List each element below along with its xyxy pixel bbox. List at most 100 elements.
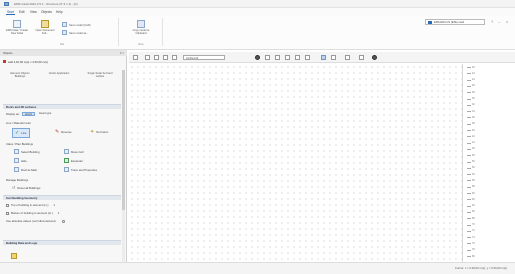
- display-exact-option[interactable]: Exact type: [37, 112, 53, 116]
- hide-tool[interactable]: Hide: [14, 158, 27, 163]
- move-cell-tool[interactable]: Move Cell: [64, 149, 83, 154]
- wall-color-icon: [3, 60, 6, 63]
- grid-icon[interactable]: [145, 55, 150, 60]
- close-icon[interactable]: ×: [506, 19, 508, 24]
- section-roofs[interactable]: Roofs and 3D surfaces: [3, 104, 121, 109]
- no-button-tool[interactable]: ✦ No button: [90, 129, 108, 135]
- save-model-button[interactable]: Save model (CAD): [62, 22, 91, 28]
- building-data-icon[interactable]: [11, 253, 17, 259]
- ruler-label: 68: [472, 216, 475, 220]
- menu-start[interactable]: Start: [6, 9, 15, 15]
- layer-select[interactable]: Verified All: [183, 55, 225, 60]
- tab-element-objects[interactable]: Element Objects Buildings: [5, 72, 35, 78]
- ruler-label: 60: [472, 191, 475, 195]
- display-height-option[interactable]: Height: [21, 112, 36, 116]
- section-sort[interactable]: Sort Building Geometry: [3, 195, 121, 200]
- panel-close-icon[interactable]: ▾ ×: [120, 50, 124, 56]
- ruler-tick: [467, 174, 471, 175]
- save-as-button[interactable]: Save model as...: [62, 30, 88, 36]
- absolute-values-radio[interactable]: [61, 219, 65, 223]
- trace-properties-tool[interactable]: Trace and Properties: [64, 167, 97, 172]
- select-mode-icon[interactable]: [321, 55, 326, 60]
- ribbon-separator: [162, 18, 163, 46]
- check-line-icon: ✓: [15, 130, 20, 136]
- ruler-tick: [467, 199, 471, 200]
- ruler-label: 24: [472, 78, 475, 82]
- panel-title: Objects: [3, 51, 13, 55]
- menu-objects[interactable]: Objects: [40, 9, 53, 15]
- select-building-tool[interactable]: Select Building: [14, 149, 40, 154]
- object-selector[interactable]: wall 2,40,00 m(s) x 4.00,00 m(s): [3, 59, 123, 64]
- reset-icon: ↺: [12, 185, 16, 190]
- ruler-label: 34: [472, 109, 475, 113]
- line-tool[interactable]: ✓ Line: [12, 128, 30, 138]
- pointer-icon[interactable]: [133, 55, 138, 60]
- new-file-icon: [13, 20, 21, 28]
- copy-clipboard-button[interactable]: Copy model to Clipboard: [128, 20, 154, 35]
- export-icon[interactable]: [345, 55, 350, 60]
- ruler-label: 74: [472, 235, 475, 239]
- ruler-label: 66: [472, 210, 475, 214]
- ruler-label: 32: [472, 103, 475, 107]
- ruler-tick: [467, 111, 471, 112]
- ruler-label: 26: [472, 84, 475, 88]
- layers-icon[interactable]: [265, 55, 270, 60]
- measure-icon[interactable]: [275, 55, 280, 60]
- ruler-label: 72: [472, 229, 475, 233]
- tab-single-scale[interactable]: Single Scale Surf and surface: [83, 72, 117, 78]
- open-document-button[interactable]: Open Document Full...: [34, 20, 56, 35]
- absolute-values-row[interactable]: Use absolute values (not follow derived): [6, 219, 65, 223]
- menu-help[interactable]: Help: [55, 9, 64, 15]
- help-icon[interactable]: ?: [491, 19, 493, 24]
- ruler-tick: [467, 205, 471, 207]
- ruler-label: 38: [472, 122, 475, 126]
- ruler-tick: [467, 148, 471, 150]
- top-of-building-checkbox[interactable]: [6, 203, 9, 207]
- move-cell-icon: [64, 149, 69, 154]
- bottom-of-building-checkbox[interactable]: [6, 211, 9, 215]
- ruler-label: 62: [472, 197, 475, 201]
- canvas-toolbar: Verified All: [129, 52, 515, 63]
- menu-edit[interactable]: Edit: [18, 9, 26, 15]
- zoom-out-icon[interactable]: [163, 55, 168, 60]
- top-of-building-row[interactable]: Top of building in element (Lt.) 1: [6, 203, 55, 207]
- print-icon[interactable]: [331, 55, 336, 60]
- tab-vector-application[interactable]: Vector Application: [44, 72, 74, 78]
- menu-view[interactable]: View: [29, 9, 38, 15]
- new-initial-button[interactable]: EMS Data / Create New Initial: [6, 20, 28, 35]
- rotate-icon[interactable]: [295, 55, 300, 60]
- delete-icon[interactable]: [305, 55, 310, 60]
- reverse-tool[interactable]: ✎ Reverse: [55, 129, 72, 135]
- ruler-label: 78: [472, 248, 475, 252]
- bottom-of-building-row[interactable]: Bottom of building in element (Lt.) 1: [6, 211, 59, 215]
- minimize-icon[interactable]: –: [498, 19, 500, 24]
- pan-icon[interactable]: [172, 55, 177, 60]
- open-folder-icon: [41, 20, 49, 28]
- ruler-tick: [467, 230, 471, 232]
- panel-tabs: Element Objects Buildings Vector Applica…: [5, 72, 117, 78]
- panel-scrollbar[interactable]: [122, 70, 125, 266]
- move-cell-label: Move Cell: [71, 149, 84, 154]
- drawing-canvas[interactable]: [129, 64, 462, 262]
- reset-buildings-tool[interactable]: ↺ Reset all Buildings: [12, 185, 40, 190]
- bottom-of-building-label: Bottom of building in element (Lt.): [11, 211, 53, 215]
- ruler-tick: [467, 98, 471, 99]
- ruler-label: 52: [472, 166, 475, 170]
- roof-to-main-tool[interactable]: Roof-to-Main: [14, 167, 37, 172]
- profile-select[interactable]: EMS-ENV-CS (EXE) used: [425, 19, 485, 25]
- zoom-in-icon[interactable]: [154, 55, 159, 60]
- top-of-building-label: Top of building in element (Lt.): [11, 203, 49, 207]
- camera-icon[interactable]: [359, 55, 364, 60]
- ruler-label: 40: [472, 128, 475, 132]
- target-icon[interactable]: [255, 55, 260, 60]
- scroll-thumb[interactable]: [122, 70, 125, 210]
- section-building-data[interactable]: Building Data and Logs: [3, 240, 121, 245]
- bottom-of-building-value[interactable]: 1: [58, 211, 60, 215]
- record-icon[interactable]: [372, 55, 377, 60]
- line-type-label: Line / Material Color: [6, 121, 31, 125]
- snap-icon[interactable]: [285, 55, 290, 60]
- top-of-building-value[interactable]: 1: [53, 203, 55, 207]
- ruler-label: 20: [472, 65, 475, 69]
- ruler-label: 30: [472, 97, 475, 100]
- expander-tool[interactable]: Expander: [64, 158, 83, 163]
